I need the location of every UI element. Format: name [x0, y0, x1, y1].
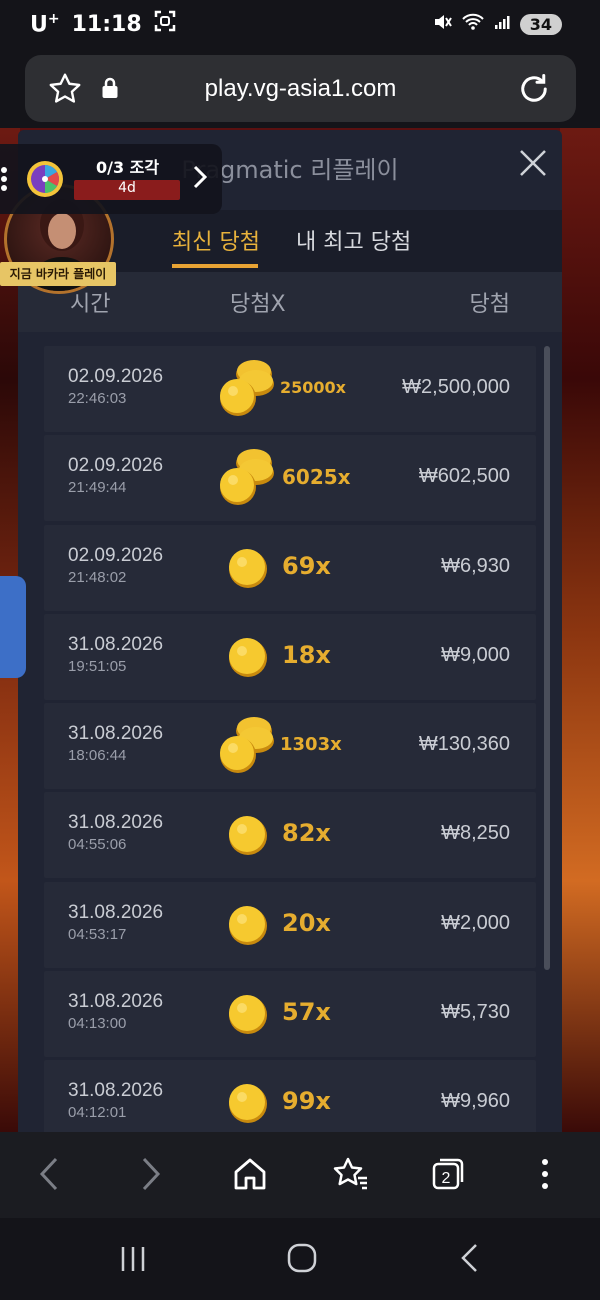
row-time: 04:55:06 [68, 836, 127, 854]
tab-my-best-wins[interactable]: 내 최고 당첨 [296, 224, 411, 256]
row-date: 31.08.2026 [68, 991, 164, 1013]
row-win-amount: ₩8,250 [441, 822, 510, 845]
browser-toolbar: play.vg-asia1.com [0, 50, 600, 128]
row-time: 04:53:17 [68, 925, 127, 943]
row-win-amount: ₩9,000 [441, 643, 510, 666]
system-back-icon[interactable] [458, 1242, 482, 1278]
more-menu-icon[interactable] [540, 1156, 550, 1196]
row-date: 31.08.2026 [68, 901, 164, 923]
row-win-amount: ₩5,730 [441, 1001, 510, 1024]
play-baccarat-label[interactable]: 지금 바카라 플레이 [0, 262, 116, 286]
column-win: 당첨 [469, 292, 510, 317]
wins-list: 02.09.2026 22:46:03 25000x ₩2,500,000 02… [44, 346, 536, 1150]
days-remaining-badge: 4d [74, 180, 180, 200]
clock: 11:18 [71, 11, 142, 37]
list-item[interactable]: 02.09.2026 21:49:44 6025x ₩602,500 [44, 435, 536, 522]
row-multiplier: 57x [282, 998, 331, 1027]
game-right-edge [560, 128, 600, 1132]
url-text[interactable]: play.vg-asia1.com [25, 75, 576, 103]
list-item[interactable]: 02.09.2026 22:46:03 25000x ₩2,500,000 [44, 346, 536, 432]
row-time: 22:46:03 [68, 390, 127, 407]
coin-stack-icon [220, 449, 274, 506]
row-date: 31.08.2026 [68, 723, 164, 745]
fragment-count: 0/3 조각 [96, 158, 160, 177]
side-trophy-widget[interactable] [0, 576, 26, 678]
tab-latest-wins[interactable]: 최신 당첨 [172, 224, 260, 256]
coin-icon [229, 905, 267, 945]
signal-icon [494, 14, 510, 34]
mute-icon [432, 12, 452, 36]
tabs-icon[interactable]: 2 [430, 1156, 466, 1196]
row-win-amount: ₩2,500,000 [402, 376, 510, 398]
fragment-progress-banner[interactable]: 0/3 조각 4d [0, 144, 222, 214]
coin-stack-icon [220, 717, 274, 774]
list-item[interactable]: 31.08.2026 04:13:00 57x ₩5,730 [44, 971, 536, 1058]
chevron-right-icon[interactable] [192, 164, 208, 194]
list-item[interactable]: 31.08.2026 19:51:05 18x ₩9,000 [44, 613, 536, 700]
row-date: 02.09.2026 [68, 366, 164, 387]
row-date: 31.08.2026 [68, 1080, 164, 1102]
row-time: 19:51:05 [68, 657, 127, 675]
row-time: 18:06:44 [68, 747, 127, 765]
home-icon[interactable] [232, 1156, 268, 1196]
list-item[interactable]: 02.09.2026 21:48:02 69x ₩6,930 [44, 524, 536, 611]
row-multiplier: 18x [282, 640, 331, 669]
prize-wheel-icon [27, 161, 63, 197]
row-time: 21:49:44 [68, 479, 127, 497]
coin-icon [229, 995, 267, 1035]
row-multiplier: 69x [282, 551, 331, 580]
address-bar[interactable]: play.vg-asia1.com [25, 55, 576, 122]
row-date: 31.08.2026 [68, 633, 164, 655]
row-date: 02.09.2026 [68, 544, 164, 566]
coin-stack-icon [220, 360, 274, 416]
coin-icon [229, 816, 267, 856]
active-tab-indicator [172, 264, 258, 268]
reload-icon[interactable] [516, 71, 552, 111]
list-item[interactable]: 31.08.2026 04:53:17 20x ₩2,000 [44, 881, 536, 968]
browser-bottom-nav: 2 [0, 1132, 600, 1218]
more-vertical-icon[interactable] [0, 166, 8, 196]
status-bar: U+ 11:18 34 [0, 0, 600, 50]
coin-icon [229, 1084, 267, 1124]
list-item[interactable]: 31.08.2026 18:06:44 1303x ₩130,360 [44, 703, 536, 790]
row-multiplier: 20x [282, 908, 331, 937]
carrier-label: U+ [30, 10, 60, 38]
row-date: 02.09.2026 [68, 455, 164, 477]
row-multiplier: 6025x [282, 465, 351, 490]
row-win-amount: ₩9,960 [441, 1090, 510, 1113]
tab-count: 2 [442, 1170, 451, 1187]
row-multiplier: 82x [282, 819, 331, 848]
row-time: 04:12:01 [68, 1104, 127, 1122]
row-win-amount: ₩130,360 [418, 733, 510, 756]
row-time: 04:13:00 [68, 1015, 127, 1033]
screenshot-icon [154, 10, 176, 38]
row-multiplier: 1303x [280, 734, 342, 756]
row-win-amount: ₩2,000 [441, 911, 510, 934]
system-navigation-bar [0, 1218, 600, 1300]
row-time: 21:48:02 [68, 568, 127, 586]
forward-icon[interactable] [138, 1156, 164, 1196]
list-item[interactable]: 31.08.2026 04:55:06 82x ₩8,250 [44, 792, 536, 879]
row-win-amount: ₩602,500 [418, 465, 510, 488]
wifi-icon [462, 13, 484, 35]
coin-icon [229, 637, 267, 677]
list-scrollbar[interactable] [544, 346, 550, 970]
home-button-icon[interactable] [286, 1242, 318, 1278]
close-icon[interactable] [518, 148, 548, 178]
coin-icon [229, 548, 267, 588]
row-date: 31.08.2026 [68, 812, 164, 834]
column-multiplier: 당첨X [230, 292, 286, 317]
bookmarks-icon[interactable] [330, 1156, 370, 1196]
back-icon[interactable] [36, 1156, 62, 1196]
battery-indicator: 34 [519, 13, 562, 35]
row-win-amount: ₩6,930 [441, 554, 510, 577]
row-multiplier: 25000x [280, 378, 346, 397]
row-multiplier: 99x [282, 1087, 331, 1116]
recent-apps-icon[interactable] [118, 1244, 148, 1278]
